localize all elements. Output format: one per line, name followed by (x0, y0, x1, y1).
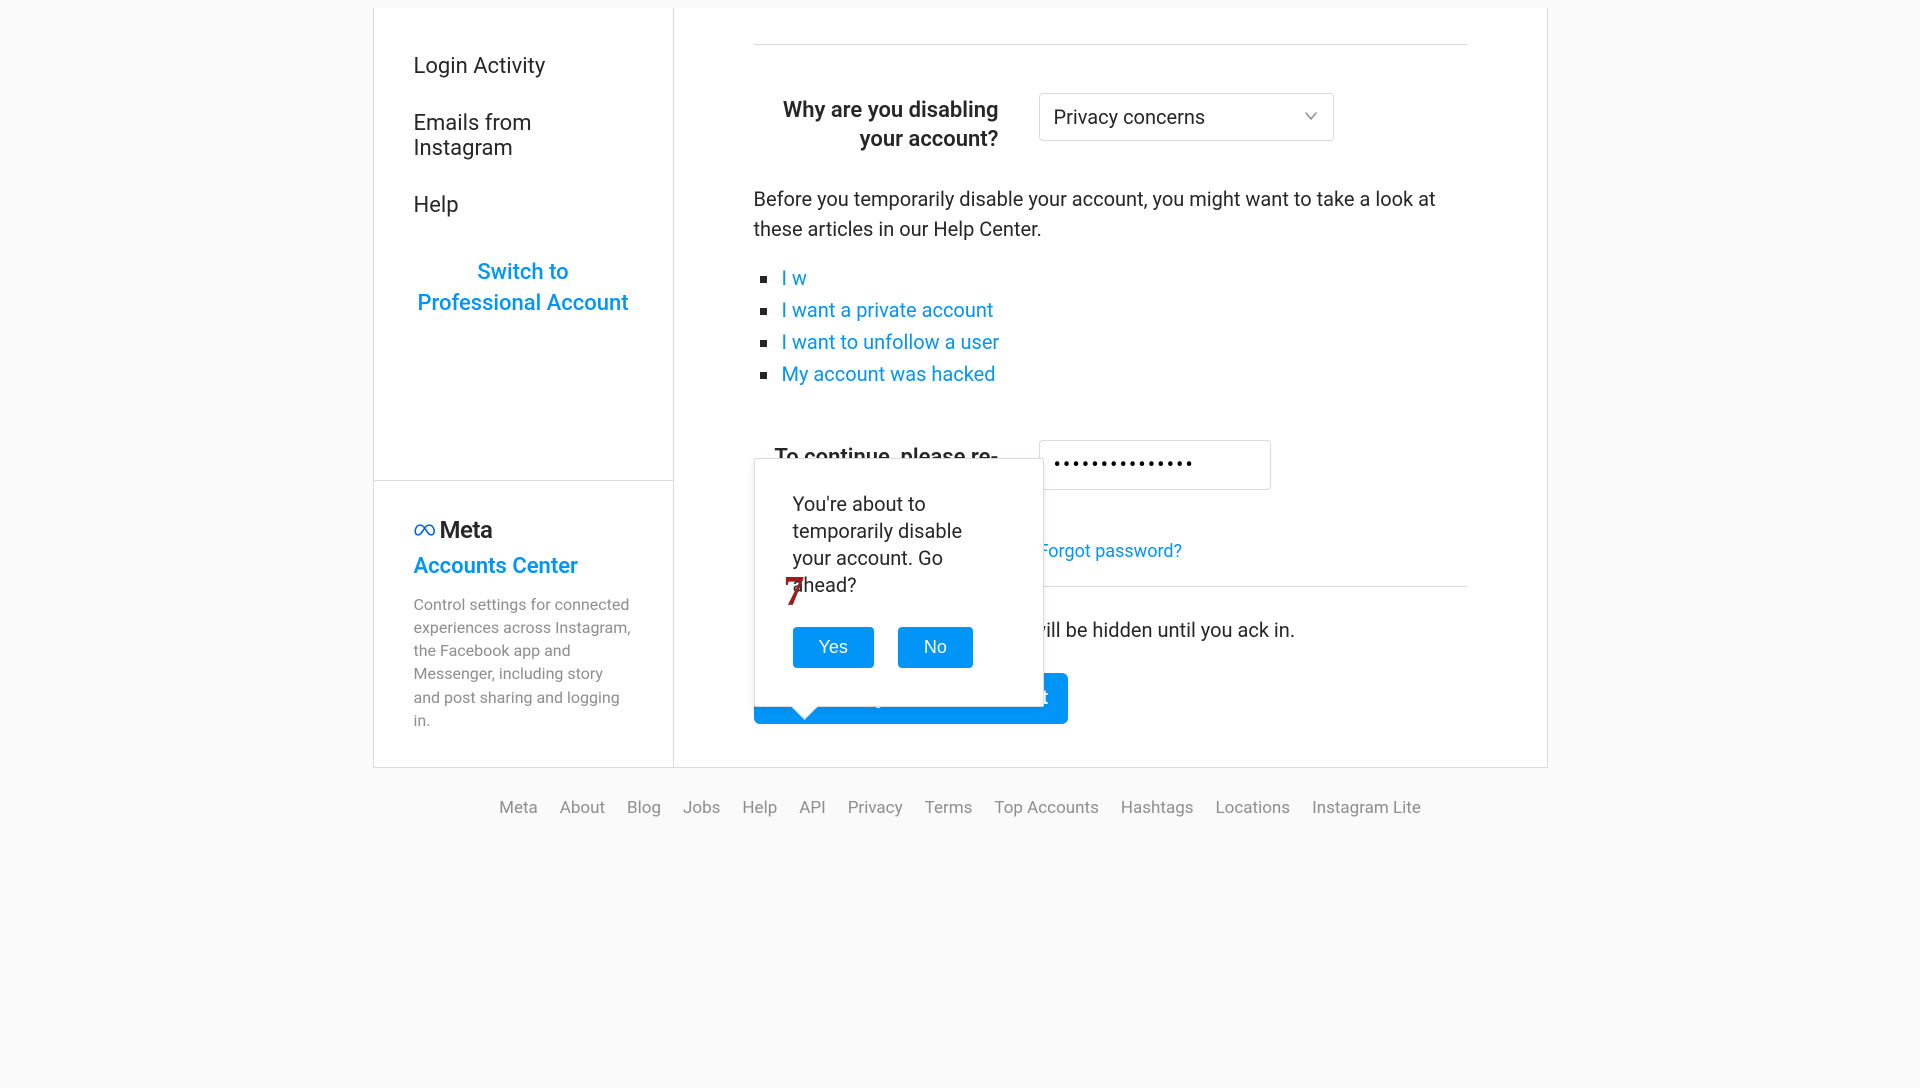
sidebar-item-emails[interactable]: Emails from Instagram (374, 95, 673, 177)
help-link-2[interactable]: I want a private account (782, 298, 994, 322)
footer-link-blog[interactable]: Blog (627, 798, 661, 818)
footer-link-help[interactable]: Help (742, 798, 777, 818)
settings-container: Login Activity Emails from Instagram Hel… (373, 8, 1548, 768)
footer-link-hashtags[interactable]: Hashtags (1121, 798, 1194, 818)
help-link-item: I w (754, 262, 1467, 294)
sidebar-top: Login Activity Emails from Instagram Hel… (374, 8, 673, 336)
confirm-no-button[interactable]: No (898, 627, 973, 668)
reason-row: Why are you disabling your account? Priv… (754, 93, 1467, 154)
main-content: Why are you disabling your account? Priv… (674, 8, 1547, 767)
confirm-disable-popover: You're about to temporarily disable your… (754, 458, 1044, 707)
reason-label: Why are you disabling your account? (754, 93, 999, 154)
help-link-4[interactable]: My account was hacked (782, 362, 996, 386)
accounts-center-description: Control settings for connected experienc… (414, 593, 633, 732)
meta-infinity-icon (414, 519, 436, 541)
help-link-item: I want to unfollow a user (754, 326, 1467, 358)
divider (754, 44, 1467, 45)
forgot-password-link[interactable]: Forgot password? (1039, 541, 1183, 562)
help-intro-text: Before you temporarily disable your acco… (754, 184, 1467, 244)
reason-select-value: Privacy concerns (1054, 105, 1206, 129)
accounts-center-panel: Meta Accounts Center Control settings fo… (374, 480, 673, 767)
help-links-list: I w I want a private account I want to u… (754, 262, 1467, 390)
footer-link-jobs[interactable]: Jobs (683, 798, 720, 818)
confirm-yes-button[interactable]: Yes (793, 627, 874, 668)
footer-link-privacy[interactable]: Privacy (848, 798, 903, 818)
reason-select[interactable]: Privacy concerns (1039, 93, 1334, 141)
help-link-item: My account was hacked (754, 358, 1467, 390)
help-link-1[interactable]: I w (782, 266, 807, 290)
reason-select-wrap: Privacy concerns (1039, 93, 1334, 141)
popover-message: You're about to temporarily disable your… (793, 491, 1005, 599)
password-input[interactable] (1039, 440, 1271, 490)
help-link-item: I want a private account (754, 294, 1467, 326)
footer-link-instagram-lite[interactable]: Instagram Lite (1312, 798, 1421, 818)
footer-link-api[interactable]: API (799, 798, 825, 818)
popover-buttons: Yes No (793, 627, 1005, 668)
switch-to-professional-link[interactable]: Switch to Professional Account (374, 234, 673, 336)
footer-link-meta[interactable]: Meta (499, 798, 538, 818)
help-link-3[interactable]: I want to unfollow a user (782, 330, 1000, 354)
meta-brand-text: Meta (440, 516, 493, 544)
footer-link-top-accounts[interactable]: Top Accounts (994, 798, 1098, 818)
footer-link-locations[interactable]: Locations (1216, 798, 1291, 818)
chevron-down-icon (1303, 105, 1319, 129)
sidebar-item-login-activity[interactable]: Login Activity (374, 38, 673, 95)
footer-link-about[interactable]: About (560, 798, 605, 818)
accounts-center-link[interactable]: Accounts Center (414, 554, 633, 579)
page-footer: Meta About Blog Jobs Help API Privacy Te… (373, 798, 1548, 818)
footer-links: Meta About Blog Jobs Help API Privacy Te… (373, 798, 1548, 818)
footer-link-terms[interactable]: Terms (925, 798, 973, 818)
sidebar-item-help[interactable]: Help (374, 177, 673, 234)
settings-sidebar: Login Activity Emails from Instagram Hel… (374, 8, 674, 767)
meta-logo: Meta (414, 516, 633, 544)
